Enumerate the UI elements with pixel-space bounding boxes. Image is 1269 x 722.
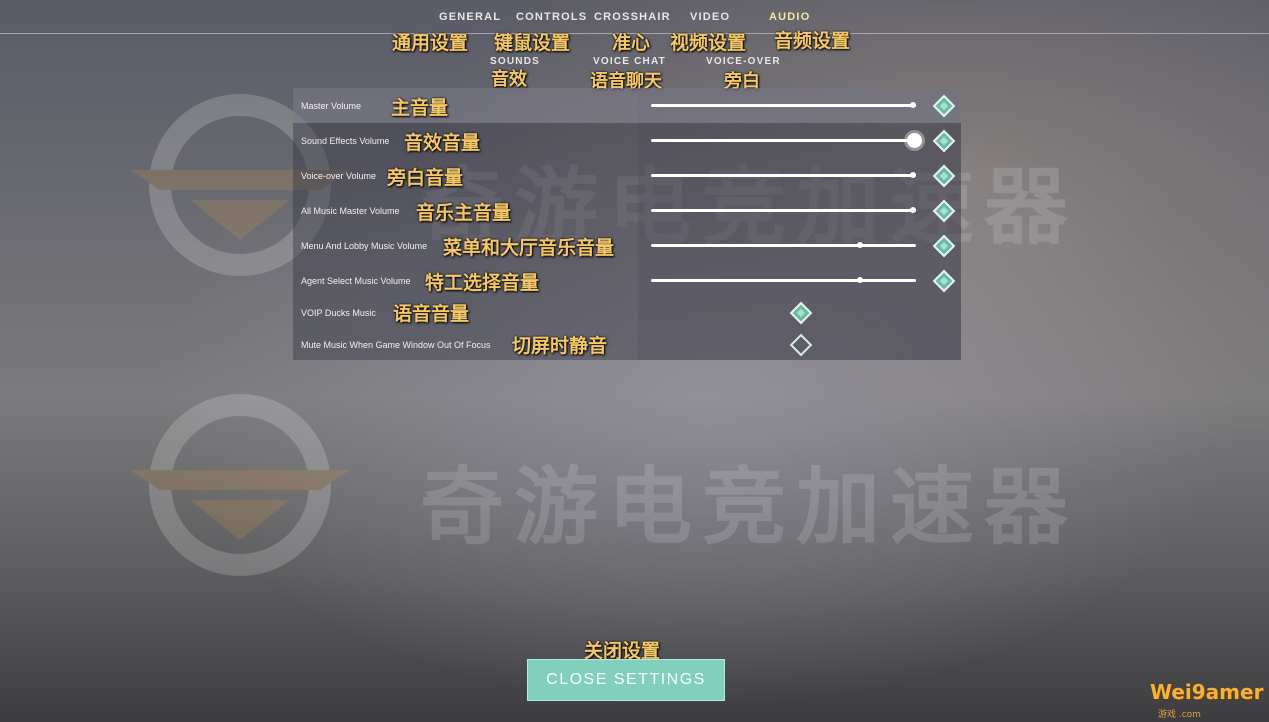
tab-audio-cn: 音频设置: [774, 30, 851, 52]
setting-label-cn: 语音音量: [393, 303, 470, 325]
slider-handle[interactable]: [910, 207, 916, 213]
voip-ducks-music-checkbox[interactable]: [789, 301, 813, 325]
all-music-master-volume-toggle[interactable]: [932, 199, 956, 223]
agent-select-music-volume-toggle[interactable]: [932, 269, 956, 293]
slider-handle[interactable]: [910, 102, 916, 108]
setting-label-cn: 切屏时静音: [512, 335, 608, 357]
tab-controls[interactable]: CONTROLS: [516, 11, 587, 23]
mute-music-out-of-focus-checkbox[interactable]: [789, 333, 813, 357]
setting-row-menu-lobby-music-volume: Menu And Lobby Music Volume 菜单和大厅音乐音量: [293, 228, 961, 263]
subtab-voice-over[interactable]: VOICE-OVER: [706, 56, 781, 67]
setting-label: Master Volume: [301, 101, 362, 111]
close-settings-button[interactable]: CLOSE SETTINGS: [527, 659, 725, 701]
watermark-text: 奇游电竞加速器: [420, 458, 1079, 556]
setting-label-cn: 音乐主音量: [416, 202, 512, 224]
sound-effects-volume-toggle[interactable]: [932, 129, 956, 153]
menu-lobby-music-volume-slider[interactable]: [651, 242, 916, 248]
setting-row-all-music-master-volume: All Music Master Volume 音乐主音量: [293, 193, 961, 228]
subtab-voice-chat[interactable]: VOICE CHAT: [593, 56, 666, 67]
audio-settings-panel: Master Volume 主音量 Sound Effects Volume 音…: [293, 88, 961, 360]
tab-video[interactable]: VIDEO: [690, 11, 730, 23]
all-music-master-volume-slider[interactable]: [651, 207, 916, 213]
tab-video-cn: 视频设置: [670, 32, 747, 54]
setting-label-cn: 特工选择音量: [425, 272, 540, 294]
setting-row-master-volume: Master Volume 主音量: [293, 88, 961, 123]
tab-audio[interactable]: AUDIO: [769, 11, 810, 23]
setting-row-voice-over-volume: Voice-over Volume 旁白音量: [293, 158, 961, 193]
tab-controls-cn: 键鼠设置: [494, 32, 571, 54]
slider-handle[interactable]: [857, 242, 863, 248]
site-logo: Wei9amer: [1150, 680, 1264, 704]
watermark-logo: [130, 394, 350, 576]
tab-general-cn: 通用设置: [392, 32, 469, 54]
setting-label: Agent Select Music Volume: [301, 276, 411, 286]
tab-general[interactable]: GENERAL: [439, 11, 501, 23]
site-logo-sub: 游戏 .com: [1158, 710, 1201, 720]
setting-row-voip-ducks-music: VOIP Ducks Music 语音音量: [293, 296, 961, 328]
sound-effects-volume-slider[interactable]: [651, 133, 922, 148]
tab-crosshair[interactable]: CROSSHAIR: [594, 11, 671, 23]
setting-label: VOIP Ducks Music: [301, 308, 376, 318]
setting-label: Sound Effects Volume: [301, 136, 390, 146]
setting-label-cn: 旁白音量: [387, 167, 464, 189]
slider-handle[interactable]: [857, 277, 863, 283]
slider-handle[interactable]: [910, 172, 916, 178]
setting-label-cn: 菜单和大厅音乐音量: [443, 237, 615, 259]
setting-row-mute-music-out-of-focus: Mute Music When Game Window Out Of Focus…: [293, 328, 961, 360]
setting-row-agent-select-music-volume: Agent Select Music Volume 特工选择音量: [293, 263, 961, 298]
slider-handle[interactable]: [907, 133, 922, 148]
voice-over-volume-slider[interactable]: [651, 172, 916, 178]
master-volume-toggle[interactable]: [932, 94, 956, 118]
setting-label: All Music Master Volume: [301, 206, 400, 216]
master-volume-slider[interactable]: [651, 102, 916, 108]
tab-crosshair-cn: 准心: [612, 32, 651, 54]
setting-label-cn: 主音量: [391, 97, 449, 119]
setting-label-cn: 音效音量: [404, 132, 481, 154]
setting-label: Mute Music When Game Window Out Of Focus: [301, 340, 491, 350]
menu-lobby-music-volume-toggle[interactable]: [932, 234, 956, 258]
setting-label: Voice-over Volume: [301, 171, 377, 181]
agent-select-music-volume-slider[interactable]: [651, 277, 916, 283]
voice-over-volume-toggle[interactable]: [932, 164, 956, 188]
setting-label: Menu And Lobby Music Volume: [301, 241, 428, 251]
setting-row-sound-effects-volume: Sound Effects Volume 音效音量: [293, 123, 961, 158]
